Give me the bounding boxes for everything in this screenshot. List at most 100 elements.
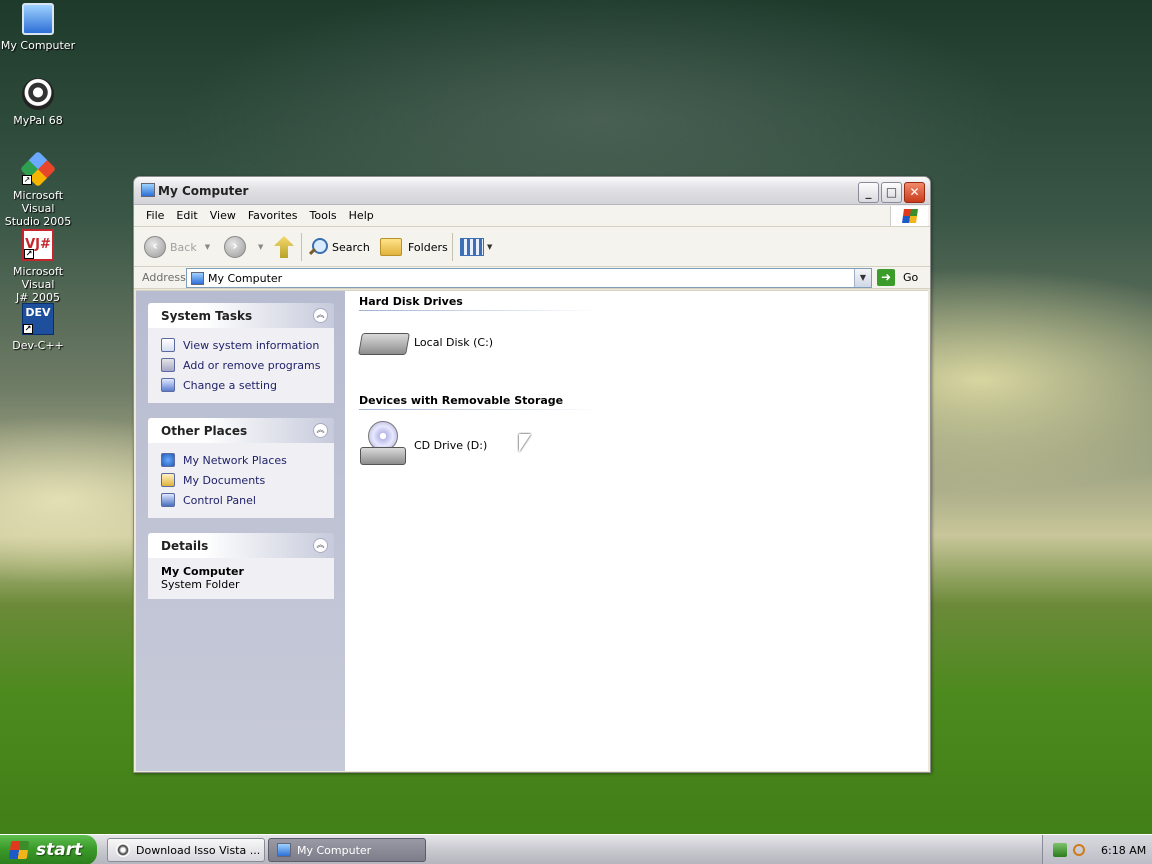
- minimize-button[interactable]: _: [858, 182, 879, 203]
- clock[interactable]: 6:18 AM: [1101, 844, 1146, 857]
- change-setting-icon: [161, 378, 175, 392]
- other-places-body: My Network Places My Documents Control P…: [148, 443, 334, 518]
- views-icon: [460, 238, 484, 256]
- views-button[interactable]: ▼: [460, 235, 492, 259]
- address-field[interactable]: My Computer ▼: [186, 268, 872, 288]
- windows-logo-icon: [890, 206, 928, 226]
- taskbar-button-label: My Computer: [297, 843, 372, 857]
- details-type: System Folder: [161, 578, 240, 591]
- title-bar[interactable]: My Computer _ □ ✕: [134, 177, 930, 205]
- drive-local-disk-c[interactable]: Local Disk (C:): [358, 329, 494, 355]
- cd-drive-icon: [360, 421, 408, 469]
- back-arrow-icon: ‹: [144, 236, 166, 258]
- up-folder-icon: [274, 236, 294, 258]
- drive-cd-d[interactable]: CD Drive (D:): [360, 421, 487, 469]
- drive-label: Local Disk (C:): [414, 335, 494, 349]
- close-button[interactable]: ✕: [904, 182, 925, 203]
- network-places-icon: [161, 453, 175, 467]
- task-change-setting[interactable]: Change a setting: [161, 375, 324, 395]
- taskbar-button-label: Download Isso Vista ...: [136, 843, 261, 857]
- search-icon: [307, 237, 328, 257]
- other-places-title: Other Places: [161, 424, 248, 438]
- my-computer-icon: [22, 3, 54, 35]
- desktop-icon-visual-studio[interactable]: ↗ Microsoft Visual Studio 2005: [0, 150, 76, 228]
- computer-icon: [191, 272, 204, 285]
- place-control-panel[interactable]: Control Panel: [161, 490, 324, 510]
- window-title: My Computer: [158, 184, 249, 198]
- menu-tools[interactable]: Tools: [304, 205, 343, 227]
- my-documents-icon: [161, 473, 175, 487]
- address-value: My Computer: [208, 272, 283, 285]
- drive-label: CD Drive (D:): [414, 438, 488, 452]
- desktop-icon-dev-cpp[interactable]: DEV ↗ Dev-C++: [0, 303, 76, 352]
- desktop-icon-label-line2: Studio 2005: [4, 215, 72, 228]
- system-tasks-body: View system information Add or remove pr…: [148, 328, 334, 403]
- maximize-button[interactable]: □: [881, 182, 902, 203]
- place-my-network-places[interactable]: My Network Places: [161, 450, 324, 470]
- desktop-icon-my-computer[interactable]: My Computer: [0, 3, 76, 52]
- go-arrow-icon: ➜: [877, 269, 895, 286]
- menu-file[interactable]: File: [140, 205, 170, 227]
- details-body: My Computer System Folder: [148, 558, 334, 599]
- my-computer-window: My Computer _ □ ✕ File Edit View Favorites T…: [133, 176, 931, 773]
- mypal-icon: [22, 78, 54, 110]
- collapse-icon[interactable]: ︽: [313, 308, 328, 323]
- menu-bar: File Edit View Favorites Tools Help: [134, 205, 930, 227]
- task-view-system-info[interactable]: View system information: [161, 335, 324, 355]
- collapse-icon[interactable]: ︽: [313, 538, 328, 553]
- file-list: Hard Disk Drives Local Disk (C:) Devices…: [346, 291, 928, 771]
- visual-jsharp-icon: VJ# ↗: [22, 229, 54, 261]
- forward-dropdown-icon[interactable]: ▼: [258, 243, 263, 251]
- folders-button[interactable]: Folders: [380, 235, 448, 259]
- address-dropdown-button[interactable]: ▼: [854, 269, 871, 287]
- taskbar-button-my-computer[interactable]: My Computer: [268, 838, 426, 862]
- mypal-icon: [116, 843, 130, 857]
- search-tray-icon[interactable]: [1073, 844, 1085, 856]
- menu-help[interactable]: Help: [343, 205, 380, 227]
- task-add-remove-programs[interactable]: Add or remove programs: [161, 355, 324, 375]
- menu-edit[interactable]: Edit: [170, 205, 203, 227]
- views-dropdown-icon: ▼: [487, 243, 493, 251]
- desktop-icon-label: MyPal 68: [13, 114, 63, 127]
- up-button[interactable]: [274, 235, 294, 259]
- collapse-icon[interactable]: ︽: [313, 423, 328, 438]
- system-tasks-header[interactable]: System Tasks ︽: [148, 303, 334, 328]
- shortcut-arrow-icon: ↗: [24, 249, 34, 259]
- shortcut-arrow-icon: ↗: [23, 324, 33, 334]
- system-tray: 6:18 AM: [1042, 835, 1152, 864]
- mouse-cursor-icon: [519, 434, 531, 452]
- place-label: My Network Places: [183, 453, 287, 467]
- start-button[interactable]: start: [0, 835, 97, 864]
- other-places-panel: Other Places ︽ My Network Places My Docu…: [148, 418, 334, 518]
- back-dropdown-icon[interactable]: ▼: [205, 243, 210, 251]
- place-label: My Documents: [183, 473, 266, 487]
- desktop-icon-label: Dev-C++: [12, 339, 64, 352]
- group-heading-removable: Devices with Removable Storage: [359, 394, 564, 407]
- add-remove-programs-icon: [161, 358, 175, 372]
- menu-favorites[interactable]: Favorites: [242, 205, 304, 227]
- visual-studio-icon: ↗: [19, 150, 57, 188]
- back-button[interactable]: ‹ Back ▼: [144, 235, 210, 259]
- search-button[interactable]: Search: [307, 235, 370, 259]
- task-label: Add or remove programs: [183, 358, 321, 372]
- task-pane: System Tasks ︽ View system information A…: [136, 291, 345, 771]
- toolbar: ‹ Back ▼ › ▼ Search Folders ▼: [134, 227, 930, 267]
- menu-view[interactable]: View: [204, 205, 242, 227]
- details-name: My Computer: [161, 565, 244, 578]
- group-heading-hard-disks: Hard Disk Drives: [359, 295, 463, 308]
- details-title: Details: [161, 539, 209, 553]
- place-my-documents[interactable]: My Documents: [161, 470, 324, 490]
- details-panel: Details ︽ My Computer System Folder: [148, 533, 334, 599]
- details-header[interactable]: Details ︽: [148, 533, 334, 558]
- network-tray-icon[interactable]: [1053, 843, 1067, 857]
- desktop-icon-label: My Computer: [0, 39, 76, 52]
- address-bar: Address My Computer ▼ ➜ Go: [134, 267, 930, 289]
- other-places-header[interactable]: Other Places ︽: [148, 418, 334, 443]
- taskbar-button-download[interactable]: Download Isso Vista ...: [107, 838, 265, 862]
- forward-button[interactable]: › ▼: [224, 235, 263, 259]
- go-button[interactable]: ➜ Go: [877, 269, 918, 286]
- go-label: Go: [903, 271, 919, 284]
- desktop-icon-mypal[interactable]: MyPal 68: [0, 78, 76, 127]
- desktop-icon-label-line1: Microsoft Visual: [12, 265, 64, 291]
- windows-logo-icon: [8, 841, 30, 859]
